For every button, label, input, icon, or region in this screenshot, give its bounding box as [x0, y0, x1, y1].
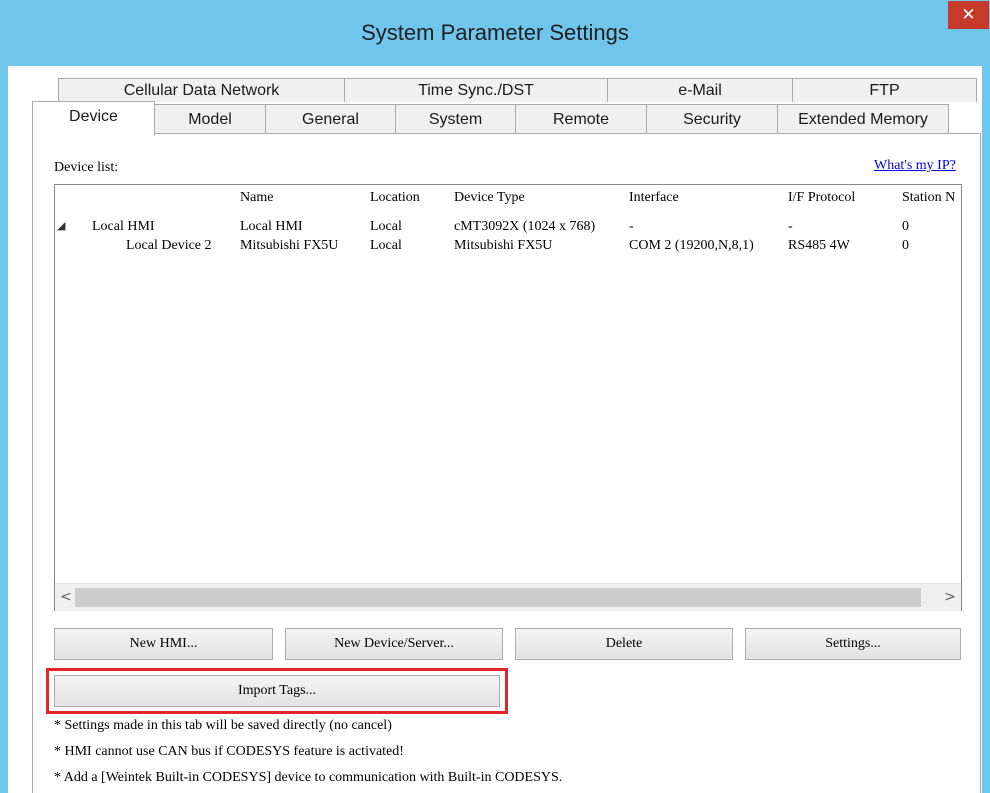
- new-hmi-button[interactable]: New HMI...: [54, 628, 273, 660]
- tab-time-sync-dst[interactable]: Time Sync./DST: [344, 78, 608, 102]
- column-header-interface[interactable]: Interface: [629, 190, 679, 206]
- column-header-if-protocol[interactable]: I/F Protocol: [788, 190, 855, 206]
- tree-node-local-device-2[interactable]: Local Device 2: [126, 238, 212, 254]
- cell-interface: -: [629, 219, 634, 234]
- device-list-label: Device list:: [54, 160, 119, 175]
- tab-email[interactable]: e-Mail: [607, 78, 793, 102]
- cell-if-protocol: RS485 4W: [788, 238, 850, 253]
- column-header-name[interactable]: Name: [240, 190, 273, 206]
- tree-node-local-hmi[interactable]: Local HMI: [92, 219, 155, 235]
- window-frame-right: [982, 66, 990, 793]
- note-add-codesys-device: * Add a [Weintek Built-in CODESYS] devic…: [54, 770, 563, 785]
- note-codesys-can-bus: * HMI cannot use CAN bus if CODESYS feat…: [54, 744, 404, 759]
- scroll-left-icon[interactable]: <: [57, 588, 75, 607]
- cell-device-type: Mitsubishi FX5U: [454, 238, 553, 253]
- cell-if-protocol: -: [788, 219, 793, 234]
- delete-button[interactable]: Delete: [515, 628, 733, 660]
- tab-security[interactable]: Security: [646, 104, 778, 134]
- cell-interface: COM 2 (19200,N,8,1): [629, 238, 754, 253]
- settings-button[interactable]: Settings...: [745, 628, 961, 660]
- window-title: System Parameter Settings: [361, 20, 629, 45]
- cell-device-type: cMT3092X (1024 x 768): [454, 219, 596, 234]
- collapse-triangle-icon[interactable]: ◢: [57, 219, 65, 232]
- column-header-station-no[interactable]: Station N: [902, 190, 955, 206]
- import-tags-highlight-box: [46, 668, 508, 714]
- cell-station: 0: [902, 219, 909, 234]
- column-header-device-type[interactable]: Device Type: [454, 190, 525, 206]
- cell-name: Local HMI: [240, 219, 303, 234]
- tab-device[interactable]: Device: [32, 101, 155, 136]
- scroll-right-icon[interactable]: >: [941, 588, 959, 607]
- tab-ftp[interactable]: FTP: [792, 78, 977, 102]
- note-no-cancel: * Settings made in this tab will be save…: [54, 718, 392, 733]
- tab-remote[interactable]: Remote: [515, 104, 647, 134]
- column-header-location[interactable]: Location: [370, 190, 420, 206]
- whats-my-ip-link[interactable]: What's my IP?: [874, 158, 956, 174]
- tab-model[interactable]: Model: [154, 104, 266, 134]
- cell-location: Local: [370, 219, 402, 234]
- tab-extended-memory[interactable]: Extended Memory: [777, 104, 949, 134]
- window-frame-left: [0, 66, 8, 793]
- scrollbar-thumb[interactable]: [75, 588, 921, 607]
- tab-general[interactable]: General: [265, 104, 396, 134]
- horizontal-scrollbar[interactable]: < >: [55, 583, 961, 611]
- cell-station: 0: [902, 238, 909, 253]
- cell-location: Local: [370, 238, 402, 253]
- system-parameter-settings-window: System Parameter Settings ✕ Cellular Dat…: [0, 0, 990, 793]
- tab-cellular-data-network[interactable]: Cellular Data Network: [58, 78, 345, 102]
- cell-name: Mitsubishi FX5U: [240, 238, 339, 253]
- new-device-server-button[interactable]: New Device/Server...: [285, 628, 503, 660]
- tab-system[interactable]: System: [395, 104, 516, 134]
- close-icon[interactable]: ✕: [948, 1, 989, 29]
